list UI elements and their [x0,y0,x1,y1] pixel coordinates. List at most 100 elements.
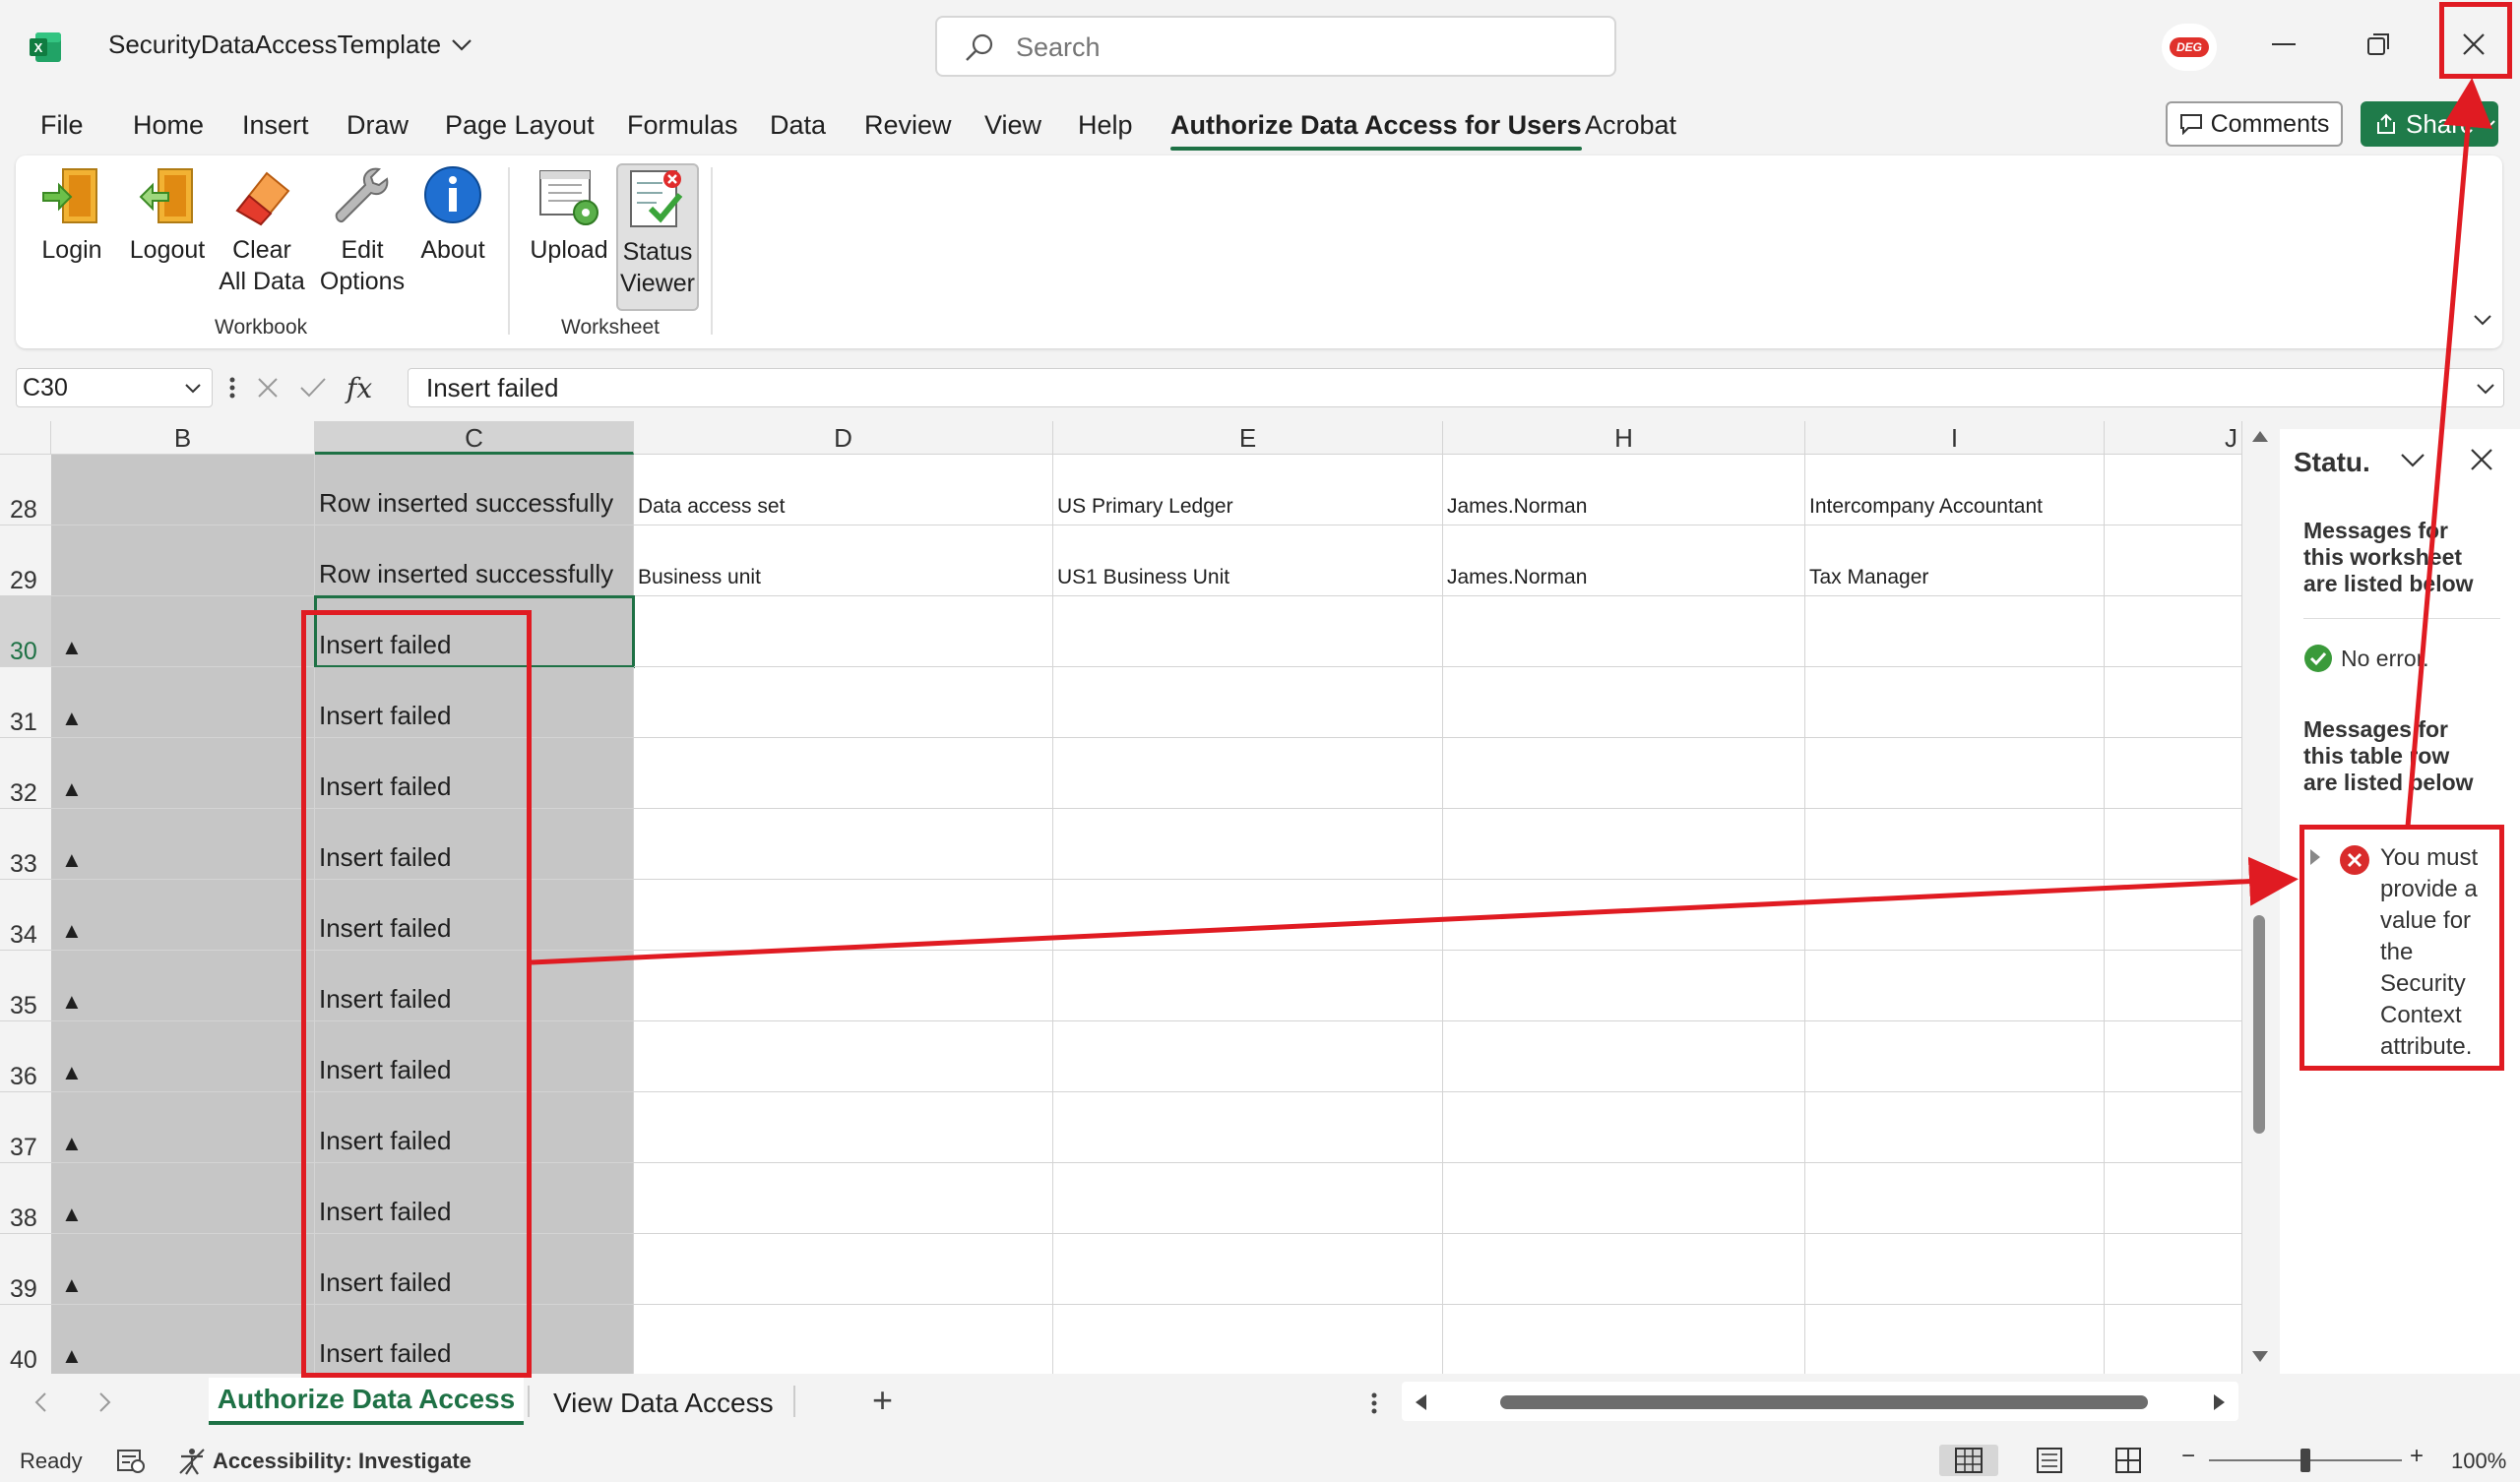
cell-d-35[interactable] [634,951,1053,1021]
cell-b-32[interactable]: ▲ [51,738,315,809]
edit-options-button[interactable]: Edit Options [317,163,408,311]
cell-d-33[interactable] [634,809,1053,880]
cell-i-38[interactable] [1805,1163,2105,1234]
zoom-level[interactable]: 100% [2451,1449,2506,1474]
cell-b-31[interactable]: ▲ [51,667,315,738]
cell-b-40[interactable]: ▲ [51,1305,315,1374]
menu-data[interactable]: Data [770,110,826,141]
cell-b-39[interactable]: ▲ [51,1234,315,1305]
pane-options-chevron-icon[interactable] [2400,453,2426,468]
menu-help[interactable]: Help [1078,110,1133,141]
cell-j-32[interactable] [2105,738,2242,809]
cell-j-37[interactable] [2105,1092,2242,1163]
restore-button[interactable] [2349,14,2408,75]
cell-d-31[interactable] [634,667,1053,738]
sheet-tab-view-data-access[interactable]: View Data Access [553,1388,774,1419]
cell-d-32[interactable] [634,738,1053,809]
cell-j-40[interactable] [2105,1305,2242,1374]
cell-d-34[interactable] [634,880,1053,951]
cell-j-38[interactable] [2105,1163,2242,1234]
cell-d-28[interactable]: Data access set [634,455,1053,525]
page-layout-view-icon[interactable] [2034,1447,2065,1474]
cell-b-36[interactable]: ▲ [51,1021,315,1092]
upload-button[interactable]: Upload [526,163,612,311]
menu-view[interactable]: View [984,110,1041,141]
cell-j-35[interactable] [2105,951,2242,1021]
cell-j-30[interactable] [2105,596,2242,667]
cell-h-35[interactable] [1443,951,1805,1021]
login-button[interactable]: Login [39,163,104,311]
horizontal-scroll-thumb[interactable] [1500,1395,2148,1409]
cell-h-28[interactable]: James.Norman [1443,455,1805,525]
sheet-tab-authorize-data-access[interactable]: Authorize Data Access [209,1378,524,1425]
menu-home[interactable]: Home [133,110,204,141]
zoom-slider[interactable]: − + [2177,1439,2433,1482]
zoom-out-icon[interactable]: − [2181,1443,2195,1470]
cell-b-29[interactable] [51,525,315,596]
cell-e-35[interactable] [1053,951,1443,1021]
cell-h-39[interactable] [1443,1234,1805,1305]
status-viewer-button[interactable]: Status Viewer [616,163,699,311]
more-options-icon[interactable] [228,376,236,400]
previous-sheet-icon[interactable] [33,1391,47,1413]
cell-c-29[interactable]: Row inserted successfully [315,525,634,596]
cell-i-29[interactable]: Tax Manager [1805,525,2105,596]
cell-b-33[interactable]: ▲ [51,809,315,880]
row-header[interactable]: 37 [0,1092,51,1163]
row-header[interactable]: 40 [0,1305,51,1374]
cell-e-40[interactable] [1053,1305,1443,1374]
cell-h-30[interactable] [1443,596,1805,667]
row-header[interactable]: 32 [0,738,51,809]
comments-button[interactable]: Comments [2166,101,2343,147]
more-options-icon[interactable] [1370,1391,1378,1415]
document-title[interactable]: SecurityDataAccessTemplate [108,30,472,60]
cell-b-38[interactable]: ▲ [51,1163,315,1234]
menu-draw[interactable]: Draw [346,110,409,141]
cell-e-33[interactable] [1053,809,1443,880]
cell-i-34[interactable] [1805,880,2105,951]
cell-i-33[interactable] [1805,809,2105,880]
column-header-e[interactable]: E [1053,421,1443,455]
cell-d-38[interactable] [634,1163,1053,1234]
confirm-entry-icon[interactable] [299,376,327,400]
share-button[interactable]: Share [2361,101,2498,147]
about-button[interactable]: About [415,163,490,311]
cell-e-30[interactable] [1053,596,1443,667]
clear-all-data-button[interactable]: Clear All Data [219,163,305,311]
cell-h-37[interactable] [1443,1092,1805,1163]
cell-d-39[interactable] [634,1234,1053,1305]
row-header[interactable]: 36 [0,1021,51,1092]
cancel-entry-icon[interactable] [256,376,280,400]
column-header-c[interactable]: C [315,421,634,455]
collapse-ribbon-icon[interactable] [2473,313,2492,327]
add-sheet-button[interactable]: + [872,1380,893,1421]
minimize-button[interactable] [2254,14,2313,75]
scroll-down-icon[interactable] [2251,1350,2269,1364]
column-header-h[interactable]: H [1443,421,1805,455]
cell-d-29[interactable]: Business unit [634,525,1053,596]
cell-i-28[interactable]: Intercompany Accountant [1805,455,2105,525]
cell-i-40[interactable] [1805,1305,2105,1374]
scroll-right-icon[interactable] [2213,1393,2227,1411]
cell-j-33[interactable] [2105,809,2242,880]
cell-e-28[interactable]: US Primary Ledger [1053,455,1443,525]
acrobat-addin-icon[interactable]: DEG [2162,24,2217,71]
select-all-corner[interactable] [0,421,51,455]
menu-file[interactable]: File [40,110,84,141]
row-header[interactable]: 28 [0,455,51,525]
expand-formula-icon[interactable] [2476,383,2495,395]
row-header[interactable]: 30 [0,596,51,667]
cell-e-37[interactable] [1053,1092,1443,1163]
cell-e-32[interactable] [1053,738,1443,809]
menu-insert[interactable]: Insert [242,110,309,141]
name-box[interactable]: C30 [16,368,213,407]
column-header-d[interactable]: D [634,421,1053,455]
cell-h-29[interactable]: James.Norman [1443,525,1805,596]
cell-d-30[interactable] [634,596,1053,667]
scroll-up-icon[interactable] [2251,429,2269,443]
cell-j-34[interactable] [2105,880,2242,951]
cell-b-28[interactable] [51,455,315,525]
cell-h-38[interactable] [1443,1163,1805,1234]
cell-j-29[interactable] [2105,525,2242,596]
menu-authorize-data-access[interactable]: Authorize Data Access for Users [1170,110,1582,151]
